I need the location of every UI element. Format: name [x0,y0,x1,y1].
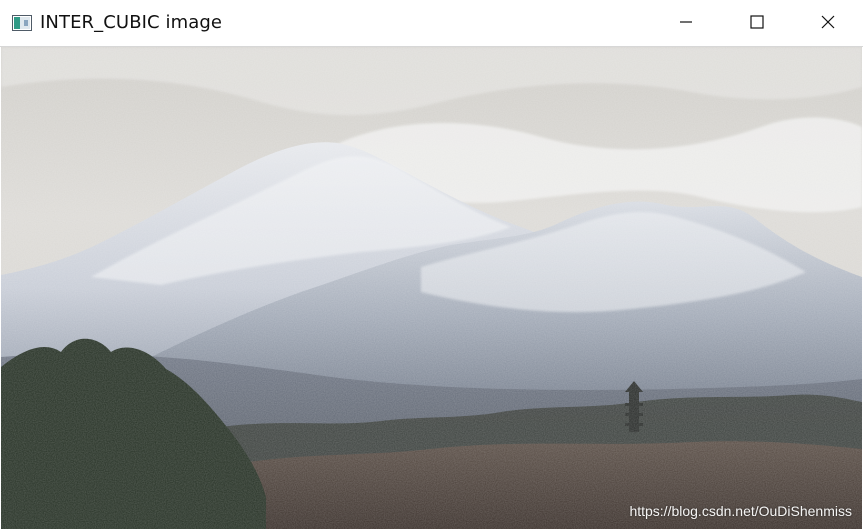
maximize-icon [749,14,764,33]
minimize-button[interactable] [650,0,721,46]
maximize-button[interactable] [721,0,792,46]
app-window: INTER_CUBIC image https://blog.csdn.net/… [0,0,863,530]
close-button[interactable] [792,0,863,46]
window-controls [650,0,863,46]
title-bar[interactable]: INTER_CUBIC image [0,0,863,47]
photo-grain [1,47,862,529]
window-title: INTER_CUBIC image [40,12,223,33]
minimize-icon [679,14,693,33]
close-icon [821,14,835,33]
image-window-icon [12,15,32,31]
landscape-photo [1,47,862,529]
image-view: https://blog.csdn.net/OuDiShenmiss [1,47,862,529]
watermark-text: https://blog.csdn.net/OuDiShenmiss [629,503,852,519]
